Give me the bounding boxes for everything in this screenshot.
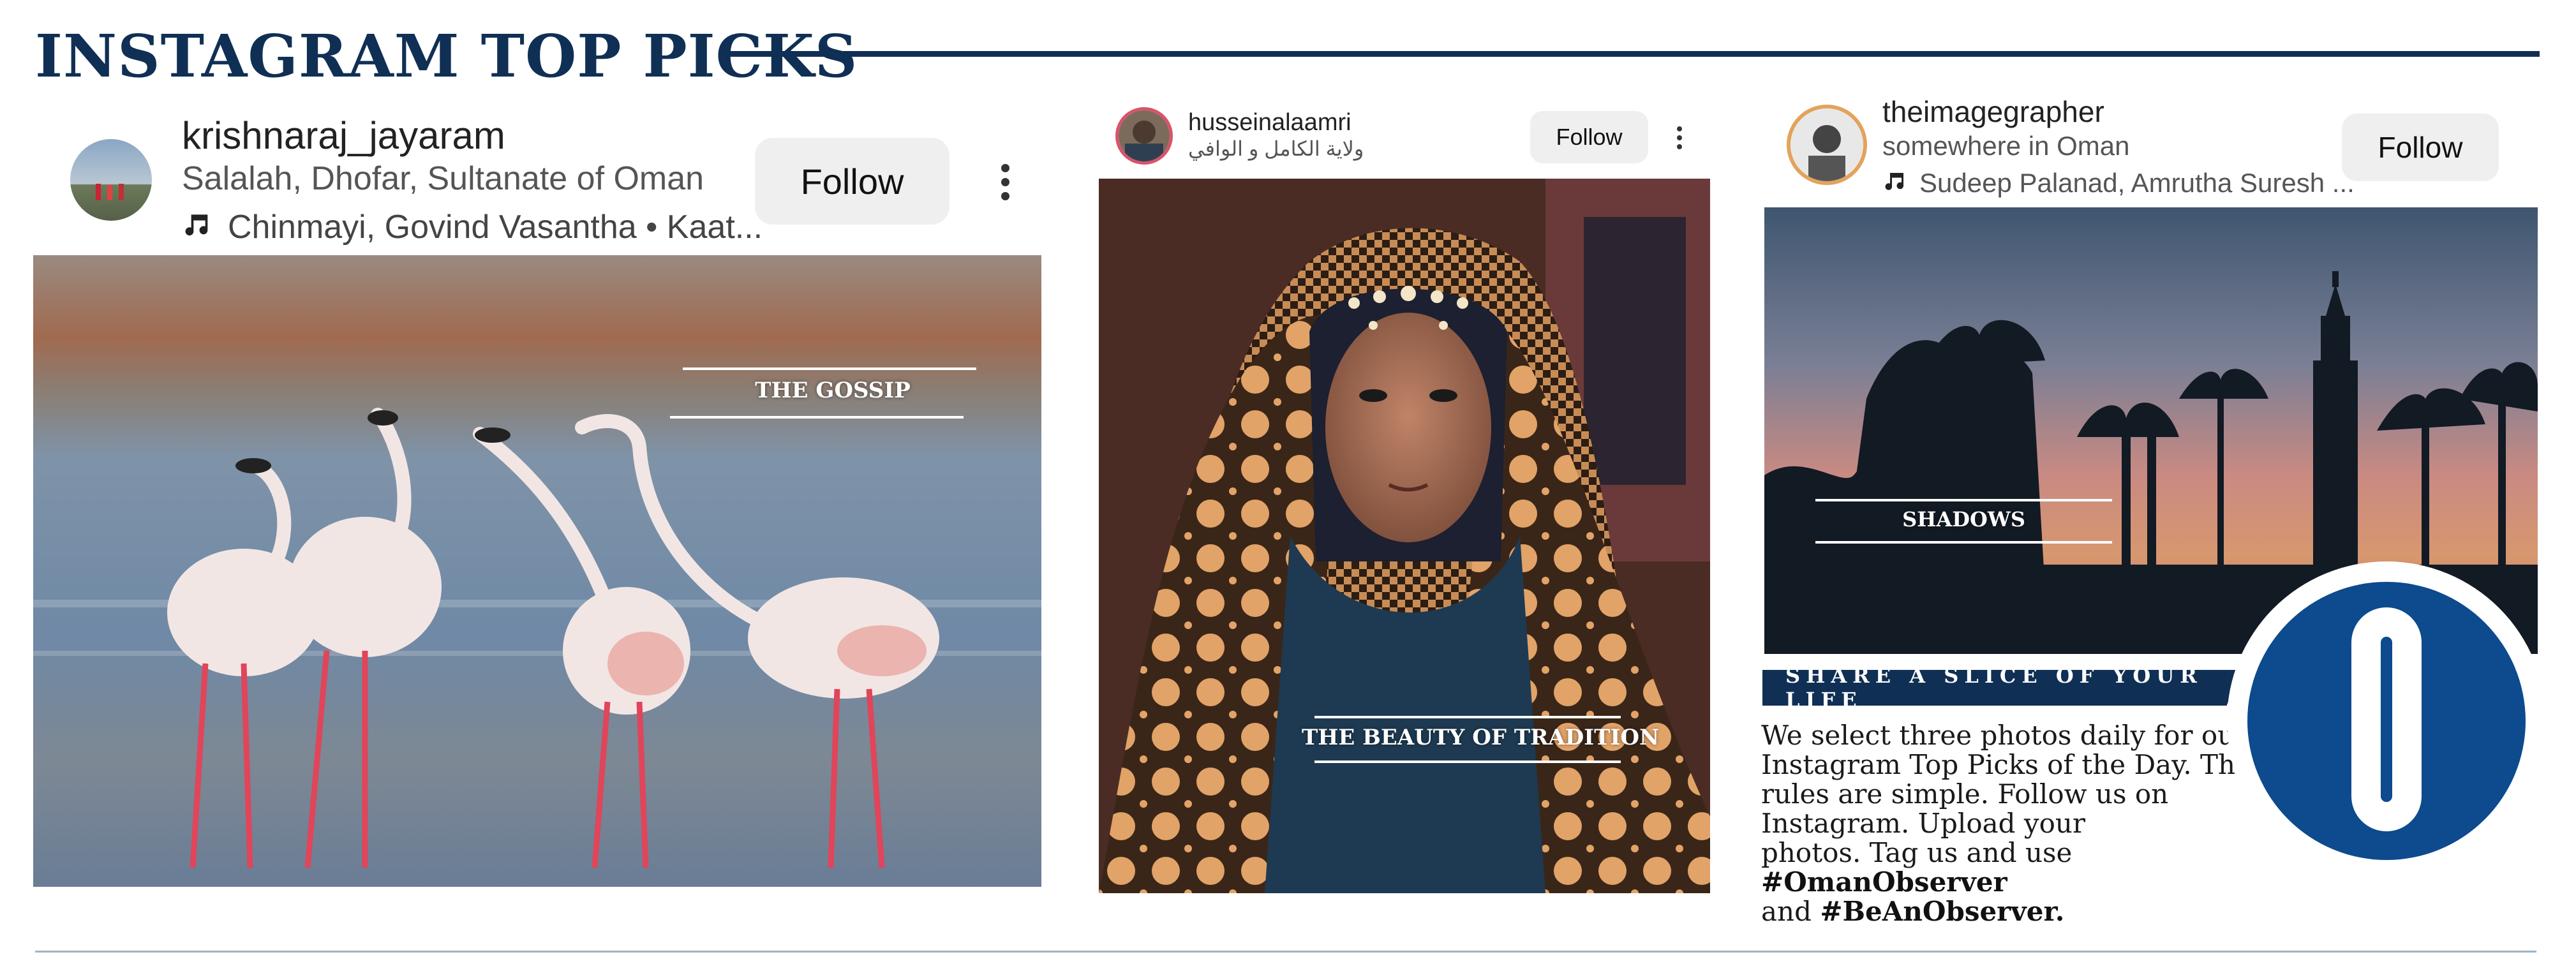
share-line: rules are simple. Follow us on: [1761, 778, 2169, 810]
music-label: Chinmayi, Govind Vasantha • Kaat...: [228, 209, 763, 246]
post-music[interactable]: Chinmayi, Govind Vasantha • Kaat...: [182, 209, 763, 246]
observer-logo: [2227, 561, 2546, 880]
hashtag-beanobserver[interactable]: #BeAnObserver.: [1820, 896, 2064, 927]
photo-caption: THE BEAUTY OF TRADITION: [1302, 725, 1660, 750]
caption-rule-top: [1815, 499, 2112, 501]
share-line: Instagram. Upload your: [1761, 808, 2086, 839]
post-location[interactable]: Salalah, Dhofar, Sultanate of Oman: [182, 160, 704, 197]
caption-rule-bottom: [670, 416, 964, 419]
share-line: and #BeAnObserver.: [1761, 896, 2065, 927]
follow-button[interactable]: Follow: [2342, 114, 2499, 181]
share-line: photos. Tag us and use #OmanObserver: [1761, 837, 2073, 898]
more-vertical-icon[interactable]: [1673, 121, 1686, 154]
post-photo-portrait[interactable]: [1099, 179, 1710, 893]
more-vertical-icon[interactable]: [995, 153, 1015, 211]
caption-rule-bottom: [1815, 541, 2112, 544]
post-username[interactable]: husseinalaamri: [1188, 109, 1351, 137]
post-location[interactable]: somewhere in Oman: [1882, 131, 2130, 161]
photo-caption: SHADOWS: [1902, 507, 2025, 531]
share-description: We select three photos daily for our Ins…: [1761, 721, 2284, 926]
title-rule: [721, 51, 2540, 57]
follow-button[interactable]: Follow: [1530, 111, 1648, 163]
share-line: Instagram Top Picks of the Day. The: [1761, 749, 2251, 780]
post-username[interactable]: krishnaraj_jayaram: [182, 115, 505, 157]
avatar[interactable]: [70, 139, 152, 221]
follow-button[interactable]: Follow: [755, 138, 949, 225]
share-line: We select three photos daily for our: [1761, 720, 2248, 751]
music-label: Sudeep Palanad, Amrutha Suresh ...: [1919, 168, 2355, 198]
avatar[interactable]: [1115, 107, 1173, 165]
post-music[interactable]: Sudeep Palanad, Amrutha Suresh ...: [1882, 168, 2355, 198]
caption-rule-top: [1314, 716, 1621, 718]
hashtag-omanobserver[interactable]: #OmanObserver: [1761, 866, 2007, 898]
avatar[interactable]: [1787, 105, 1867, 185]
share-banner: SHARE A SLICE OF YOUR LIFE: [1762, 670, 2241, 706]
music-note-icon: [1882, 168, 1908, 198]
music-note-icon: [182, 209, 212, 246]
caption-rule-bottom: [1314, 760, 1621, 763]
post-location[interactable]: ولاية الكامل و الوافي: [1188, 137, 1364, 160]
post-username[interactable]: theimagegrapher: [1882, 96, 2104, 128]
bottom-rule: [35, 951, 2536, 953]
caption-rule-top: [683, 367, 976, 370]
post-photo-flamingos[interactable]: [33, 255, 1041, 887]
photo-caption: THE GOSSIP: [755, 378, 911, 403]
